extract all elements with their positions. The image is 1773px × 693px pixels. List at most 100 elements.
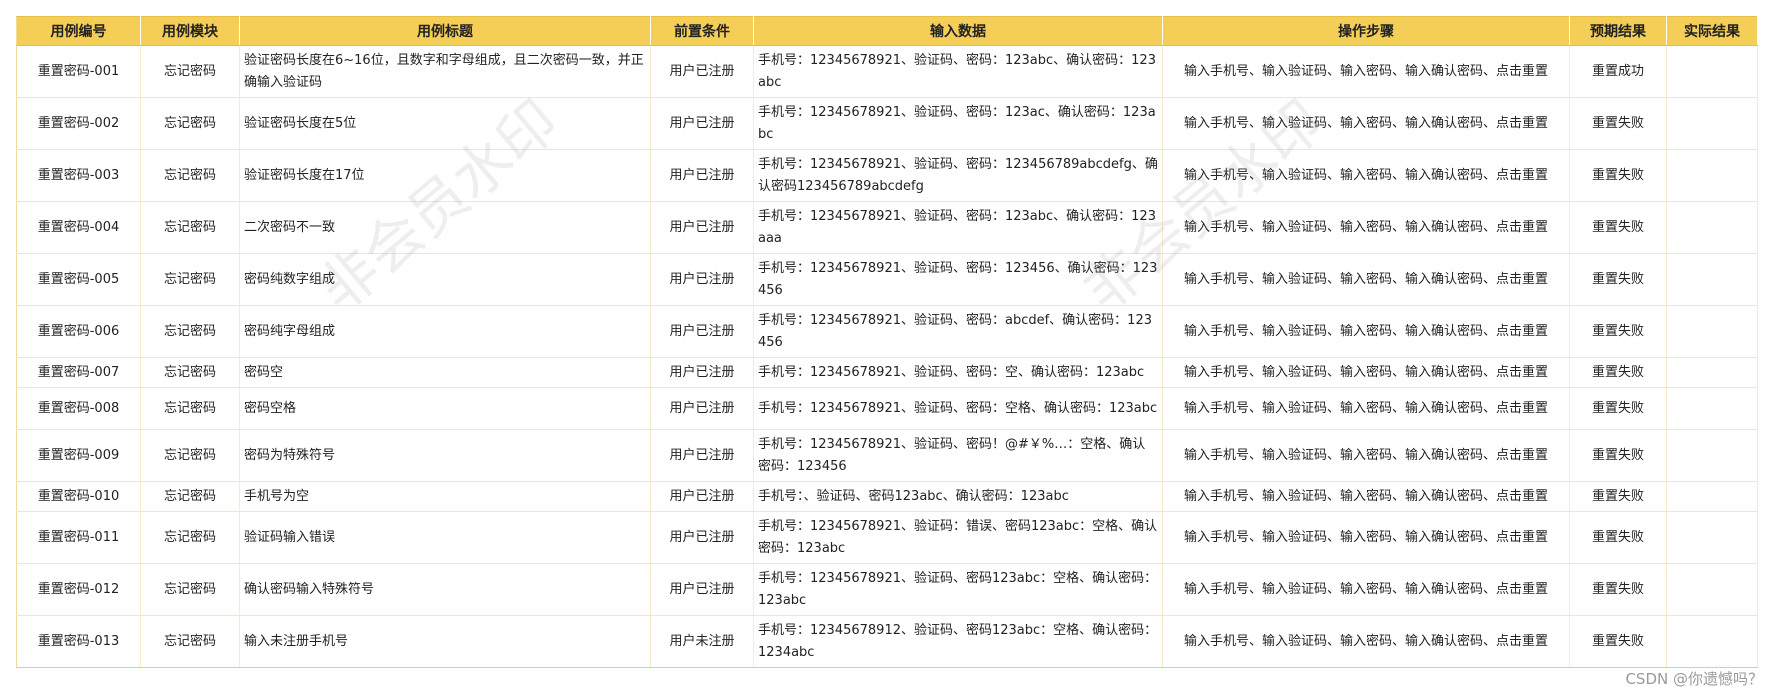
cell-case-title[interactable]: 二次密码不一致 bbox=[239, 201, 651, 254]
cell-case-title[interactable]: 输入未注册手机号 bbox=[239, 615, 651, 668]
cell-actual[interactable] bbox=[1666, 387, 1758, 430]
cell-case-id[interactable]: 重置密码-013 bbox=[16, 615, 141, 668]
cell-case-module[interactable]: 忘记密码 bbox=[140, 253, 240, 306]
cell-input-data[interactable]: 手机号：12345678921、验证码、密码！@#￥%…：空格、确认密码：123… bbox=[753, 429, 1163, 482]
header-case-title[interactable]: 用例标题 bbox=[239, 16, 651, 46]
cell-input-data[interactable]: 手机号：12345678921、验证码、密码：123456789abcdefg、… bbox=[753, 149, 1163, 202]
cell-case-id[interactable]: 重置密码-002 bbox=[16, 97, 141, 150]
cell-case-module[interactable]: 忘记密码 bbox=[140, 563, 240, 616]
cell-precondition[interactable]: 用户已注册 bbox=[650, 387, 754, 430]
cell-case-title[interactable]: 密码空 bbox=[239, 357, 651, 388]
cell-expected[interactable]: 重置失败 bbox=[1569, 511, 1667, 564]
header-case-id[interactable]: 用例编号 bbox=[16, 16, 141, 46]
cell-expected[interactable]: 重置失败 bbox=[1569, 481, 1667, 512]
cell-steps[interactable]: 输入手机号、输入验证码、输入密码、输入确认密码、点击重置 bbox=[1162, 45, 1570, 98]
cell-precondition[interactable]: 用户未注册 bbox=[650, 615, 754, 668]
cell-case-module[interactable]: 忘记密码 bbox=[140, 387, 240, 430]
cell-steps[interactable]: 输入手机号、输入验证码、输入密码、输入确认密码、点击重置 bbox=[1162, 481, 1570, 512]
cell-input-data[interactable]: 手机号：12345678921、验证码、密码：123abc、确认密码：123aa… bbox=[753, 201, 1163, 254]
cell-expected[interactable]: 重置失败 bbox=[1569, 97, 1667, 150]
cell-steps[interactable]: 输入手机号、输入验证码、输入密码、输入确认密码、点击重置 bbox=[1162, 429, 1570, 482]
cell-case-id[interactable]: 重置密码-011 bbox=[16, 511, 141, 564]
cell-case-id[interactable]: 重置密码-008 bbox=[16, 387, 141, 430]
cell-actual[interactable] bbox=[1666, 201, 1758, 254]
cell-case-title[interactable]: 验证密码长度在6~16位，且数字和字母组成，且二次密码一致，并正确输入验证码 bbox=[239, 45, 651, 98]
cell-case-module[interactable]: 忘记密码 bbox=[140, 149, 240, 202]
cell-actual[interactable] bbox=[1666, 45, 1758, 98]
cell-input-data[interactable]: 手机号：12345678921、验证码、密码：空格、确认密码：123abc bbox=[753, 387, 1163, 430]
cell-steps[interactable]: 输入手机号、输入验证码、输入密码、输入确认密码、点击重置 bbox=[1162, 149, 1570, 202]
cell-case-module[interactable]: 忘记密码 bbox=[140, 45, 240, 98]
cell-steps[interactable]: 输入手机号、输入验证码、输入密码、输入确认密码、点击重置 bbox=[1162, 387, 1570, 430]
header-actual[interactable]: 实际结果 bbox=[1666, 16, 1758, 46]
cell-input-data[interactable]: 手机号：12345678921、验证码、密码：123ac、确认密码：123abc bbox=[753, 97, 1163, 150]
cell-expected[interactable]: 重置失败 bbox=[1569, 149, 1667, 202]
cell-precondition[interactable]: 用户已注册 bbox=[650, 563, 754, 616]
cell-input-data[interactable]: 手机号：、验证码、密码123abc、确认密码：123abc bbox=[753, 481, 1163, 512]
cell-case-id[interactable]: 重置密码-004 bbox=[16, 201, 141, 254]
cell-case-id[interactable]: 重置密码-005 bbox=[16, 253, 141, 306]
cell-actual[interactable] bbox=[1666, 511, 1758, 564]
cell-actual[interactable] bbox=[1666, 305, 1758, 358]
cell-input-data[interactable]: 手机号：12345678921、验证码：错误、密码123abc：空格、确认密码：… bbox=[753, 511, 1163, 564]
cell-actual[interactable] bbox=[1666, 97, 1758, 150]
cell-case-id[interactable]: 重置密码-006 bbox=[16, 305, 141, 358]
cell-case-module[interactable]: 忘记密码 bbox=[140, 201, 240, 254]
cell-expected[interactable]: 重置失败 bbox=[1569, 305, 1667, 358]
cell-precondition[interactable]: 用户已注册 bbox=[650, 305, 754, 358]
cell-precondition[interactable]: 用户已注册 bbox=[650, 429, 754, 482]
cell-steps[interactable]: 输入手机号、输入验证码、输入密码、输入确认密码、点击重置 bbox=[1162, 201, 1570, 254]
cell-case-id[interactable]: 重置密码-012 bbox=[16, 563, 141, 616]
cell-precondition[interactable]: 用户已注册 bbox=[650, 511, 754, 564]
cell-expected[interactable]: 重置失败 bbox=[1569, 563, 1667, 616]
cell-steps[interactable]: 输入手机号、输入验证码、输入密码、输入确认密码、点击重置 bbox=[1162, 357, 1570, 388]
header-expected[interactable]: 预期结果 bbox=[1569, 16, 1667, 46]
cell-actual[interactable] bbox=[1666, 615, 1758, 668]
cell-actual[interactable] bbox=[1666, 481, 1758, 512]
cell-steps[interactable]: 输入手机号、输入验证码、输入密码、输入确认密码、点击重置 bbox=[1162, 253, 1570, 306]
cell-case-module[interactable]: 忘记密码 bbox=[140, 97, 240, 150]
cell-case-module[interactable]: 忘记密码 bbox=[140, 357, 240, 388]
cell-case-id[interactable]: 重置密码-009 bbox=[16, 429, 141, 482]
cell-case-title[interactable]: 验证密码长度在17位 bbox=[239, 149, 651, 202]
cell-input-data[interactable]: 手机号：12345678912、验证码、密码123abc：空格、确认密码：123… bbox=[753, 615, 1163, 668]
cell-expected[interactable]: 重置失败 bbox=[1569, 615, 1667, 668]
cell-case-module[interactable]: 忘记密码 bbox=[140, 481, 240, 512]
cell-actual[interactable] bbox=[1666, 357, 1758, 388]
cell-actual[interactable] bbox=[1666, 429, 1758, 482]
cell-expected[interactable]: 重置失败 bbox=[1569, 429, 1667, 482]
cell-input-data[interactable]: 手机号：12345678921、验证码、密码：空、确认密码：123abc bbox=[753, 357, 1163, 388]
cell-case-id[interactable]: 重置密码-001 bbox=[16, 45, 141, 98]
cell-expected[interactable]: 重置失败 bbox=[1569, 387, 1667, 430]
header-precondition[interactable]: 前置条件 bbox=[650, 16, 754, 46]
cell-expected[interactable]: 重置失败 bbox=[1569, 253, 1667, 306]
cell-case-module[interactable]: 忘记密码 bbox=[140, 511, 240, 564]
cell-case-id[interactable]: 重置密码-003 bbox=[16, 149, 141, 202]
cell-steps[interactable]: 输入手机号、输入验证码、输入密码、输入确认密码、点击重置 bbox=[1162, 615, 1570, 668]
cell-precondition[interactable]: 用户已注册 bbox=[650, 357, 754, 388]
cell-precondition[interactable]: 用户已注册 bbox=[650, 201, 754, 254]
cell-precondition[interactable]: 用户已注册 bbox=[650, 97, 754, 150]
cell-case-title[interactable]: 验证密码长度在5位 bbox=[239, 97, 651, 150]
cell-expected[interactable]: 重置失败 bbox=[1569, 201, 1667, 254]
cell-case-title[interactable]: 密码纯数字组成 bbox=[239, 253, 651, 306]
cell-steps[interactable]: 输入手机号、输入验证码、输入密码、输入确认密码、点击重置 bbox=[1162, 305, 1570, 358]
cell-input-data[interactable]: 手机号：12345678921、验证码、密码123abc：空格、确认密码：123… bbox=[753, 563, 1163, 616]
cell-case-title[interactable]: 密码为特殊符号 bbox=[239, 429, 651, 482]
cell-actual[interactable] bbox=[1666, 563, 1758, 616]
cell-precondition[interactable]: 用户已注册 bbox=[650, 253, 754, 306]
cell-case-title[interactable]: 验证码输入错误 bbox=[239, 511, 651, 564]
header-input-data[interactable]: 输入数据 bbox=[753, 16, 1163, 46]
cell-input-data[interactable]: 手机号：12345678921、验证码、密码：123456、确认密码：12345… bbox=[753, 253, 1163, 306]
cell-case-id[interactable]: 重置密码-010 bbox=[16, 481, 141, 512]
cell-input-data[interactable]: 手机号：12345678921、验证码、密码：abcdef、确认密码：12345… bbox=[753, 305, 1163, 358]
cell-expected[interactable]: 重置成功 bbox=[1569, 45, 1667, 98]
cell-input-data[interactable]: 手机号：12345678921、验证码、密码：123abc、确认密码：123ab… bbox=[753, 45, 1163, 98]
cell-precondition[interactable]: 用户已注册 bbox=[650, 481, 754, 512]
cell-steps[interactable]: 输入手机号、输入验证码、输入密码、输入确认密码、点击重置 bbox=[1162, 97, 1570, 150]
cell-precondition[interactable]: 用户已注册 bbox=[650, 149, 754, 202]
header-steps[interactable]: 操作步骤 bbox=[1162, 16, 1570, 46]
cell-precondition[interactable]: 用户已注册 bbox=[650, 45, 754, 98]
header-case-module[interactable]: 用例模块 bbox=[140, 16, 240, 46]
cell-case-module[interactable]: 忘记密码 bbox=[140, 429, 240, 482]
